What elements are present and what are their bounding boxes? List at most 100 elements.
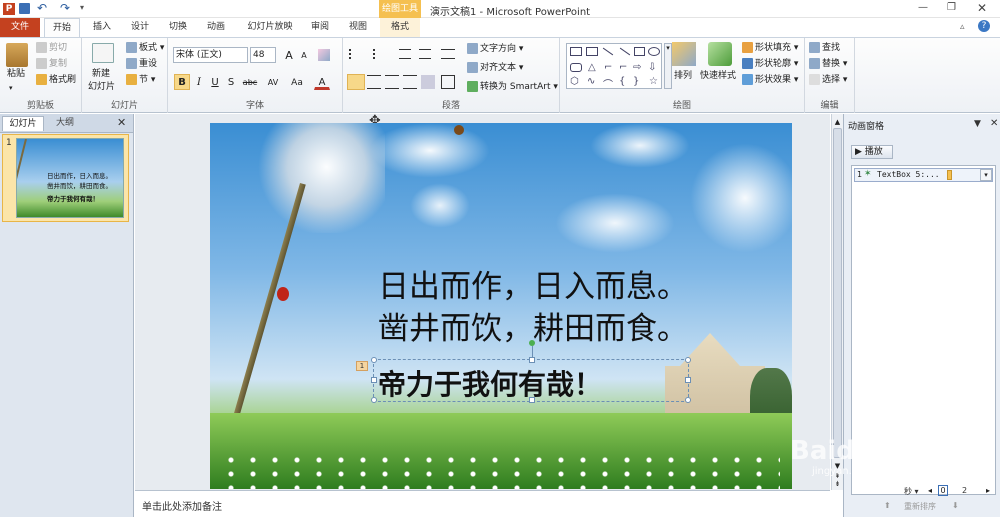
textbox-shape-icon[interactable] bbox=[586, 47, 598, 56]
align-center-button[interactable] bbox=[367, 75, 381, 89]
selected-textbox[interactable]: 帝力于我何有哉！ bbox=[371, 340, 691, 403]
resize-handle[interactable] bbox=[371, 357, 377, 363]
reorder-up-icon[interactable]: ⬆ bbox=[884, 501, 891, 510]
timeline-scroll-right-icon[interactable]: ▸ bbox=[986, 486, 990, 495]
elbow-shape-icon[interactable]: ⌐ bbox=[619, 62, 627, 73]
grow-font-button[interactable]: A bbox=[282, 47, 296, 63]
next-slide-icon[interactable]: ⇟ bbox=[833, 480, 842, 488]
change-case-button[interactable]: Aa bbox=[286, 74, 308, 90]
quick-styles-icon[interactable] bbox=[708, 42, 732, 66]
slide[interactable]: 日出而作，日入而息。 凿井而饮，耕田而食。 帝力于我何有哉！ 1 bbox=[210, 123, 792, 489]
layout-button[interactable]: 板式 ▾ bbox=[126, 42, 164, 55]
animation-list-item[interactable]: 1 ✶ TextBox 5:... ▾ bbox=[854, 168, 993, 182]
slide-text-line3[interactable]: 帝力于我何有哉！ bbox=[378, 363, 602, 403]
arrange-button[interactable]: 排列 bbox=[674, 70, 692, 83]
tab-slideshow[interactable]: 幻灯片放映 bbox=[240, 18, 300, 37]
arrow-shape-icon[interactable] bbox=[619, 47, 631, 56]
powerpoint-app-icon[interactable]: P bbox=[3, 3, 15, 15]
shape-effects-button[interactable]: 形状效果 ▾ bbox=[742, 74, 798, 87]
shrink-font-button[interactable]: A bbox=[297, 47, 311, 63]
paste-button[interactable]: 粘贴 bbox=[7, 68, 25, 81]
shape-fill-button[interactable]: 形状填充 ▾ bbox=[742, 42, 798, 55]
resize-handle[interactable] bbox=[529, 397, 535, 403]
play-button[interactable]: ▶ 播放 bbox=[851, 145, 893, 159]
freeform-shape-icon[interactable]: ⌒ bbox=[603, 76, 613, 91]
close-pane-icon[interactable]: ✕ bbox=[117, 116, 126, 129]
font-size-combo[interactable]: 48 bbox=[250, 47, 276, 63]
brace-left-shape-icon[interactable]: { bbox=[619, 76, 625, 87]
minimize-button[interactable]: — bbox=[918, 2, 928, 13]
clear-format-icon[interactable] bbox=[318, 49, 330, 61]
slide-text-line1[interactable]: 日出而作，日入而息。 bbox=[378, 261, 688, 306]
format-painter-button[interactable]: 格式刷 bbox=[36, 74, 76, 87]
strikethrough-button[interactable]: abc bbox=[240, 74, 260, 90]
new-slide-icon[interactable] bbox=[92, 43, 114, 63]
new-slide-label2[interactable]: 幻灯片 bbox=[88, 81, 115, 94]
quick-styles-button[interactable]: 快速样式 bbox=[700, 70, 736, 83]
numbering-icon[interactable] bbox=[373, 49, 387, 59]
shape-outline-button[interactable]: 形状轮廓 ▾ bbox=[742, 58, 798, 71]
animation-order-tag[interactable]: 1 bbox=[356, 361, 368, 371]
undo-icon[interactable]: ↶ bbox=[37, 1, 47, 15]
tab-animations[interactable]: 动画 bbox=[198, 18, 234, 37]
arrange-icon[interactable] bbox=[672, 42, 696, 66]
paste-icon[interactable] bbox=[6, 43, 28, 67]
tab-outline-pane[interactable]: 大纲 bbox=[46, 116, 84, 131]
tab-transitions[interactable]: 切换 bbox=[160, 18, 196, 37]
triangle-shape-icon[interactable]: △ bbox=[588, 62, 596, 73]
connector-shape-icon[interactable]: ⌐ bbox=[604, 62, 612, 73]
rounded-rect-shape-icon[interactable] bbox=[570, 63, 582, 72]
copy-button[interactable]: 复制 bbox=[36, 58, 67, 71]
timeline-scroll-left-icon[interactable]: ◂ bbox=[928, 486, 932, 495]
increase-indent-icon[interactable] bbox=[419, 49, 431, 59]
rectangle-shape-icon[interactable] bbox=[634, 47, 645, 56]
shadow-button[interactable]: S bbox=[224, 74, 238, 90]
slide-thumbnail[interactable]: 日出而作，日入而息。 凿井而饮，耕田而食。 帝力于我何有哉！ bbox=[16, 138, 124, 218]
align-left-button[interactable] bbox=[347, 74, 365, 90]
font-color-button[interactable]: A bbox=[314, 74, 330, 90]
brace-right-shape-icon[interactable]: } bbox=[633, 76, 639, 87]
help-icon[interactable]: ? bbox=[978, 20, 990, 32]
reorder-down-icon[interactable]: ⬇ bbox=[952, 501, 959, 510]
tab-home[interactable]: 开始 bbox=[44, 18, 80, 37]
close-window-button[interactable]: ✕ bbox=[977, 1, 987, 15]
curve-shape-icon[interactable]: ∿ bbox=[587, 76, 595, 87]
resize-handle[interactable] bbox=[529, 357, 535, 363]
resize-handle[interactable] bbox=[371, 397, 377, 403]
item-dropdown-icon[interactable]: ▾ bbox=[980, 169, 992, 181]
align-right-button[interactable] bbox=[385, 75, 399, 89]
tab-design[interactable]: 设计 bbox=[122, 18, 158, 37]
save-icon[interactable] bbox=[19, 3, 30, 14]
line-spacing-icon[interactable] bbox=[441, 49, 455, 59]
scroll-up-icon[interactable]: ▲ bbox=[833, 118, 842, 126]
decrease-indent-icon[interactable] bbox=[399, 49, 411, 59]
oval-shape-icon[interactable] bbox=[648, 47, 660, 56]
find-button[interactable]: 查找 bbox=[809, 42, 840, 55]
seconds-dropdown[interactable]: 秒 ▾ bbox=[904, 486, 919, 497]
customize-qat-icon[interactable]: ▾ bbox=[80, 3, 84, 12]
minimize-ribbon-icon[interactable]: ▵ bbox=[960, 22, 965, 32]
align-text-button[interactable]: 对齐文本 ▾ bbox=[467, 62, 523, 75]
bullets-icon[interactable] bbox=[349, 49, 363, 59]
rect-shape-icon[interactable] bbox=[570, 47, 582, 56]
hexagon-shape-icon[interactable]: ⬡ bbox=[570, 76, 579, 87]
line-shape-icon[interactable] bbox=[602, 47, 614, 56]
resize-handle[interactable] bbox=[371, 377, 377, 383]
new-slide-button[interactable]: 新建 bbox=[92, 68, 110, 81]
text-direction-button[interactable]: 文字方向 ▾ bbox=[467, 43, 523, 56]
tab-file[interactable]: 文件 bbox=[0, 18, 40, 37]
convert-smartart-button[interactable]: 转换为 SmartArt ▾ bbox=[467, 81, 558, 94]
italic-button[interactable]: I bbox=[192, 74, 206, 90]
tab-format[interactable]: 格式 bbox=[380, 18, 420, 37]
shapes-gallery[interactable]: △ ⌐ ⌐ ⇨ ⇩ ⬡ ∿ ⌒ { } ☆ bbox=[566, 43, 662, 91]
close-animation-pane-icon[interactable]: ✕ bbox=[990, 118, 998, 129]
char-spacing-button[interactable]: AV bbox=[262, 74, 284, 90]
bold-button[interactable]: B bbox=[174, 74, 190, 90]
shapes-more-button[interactable]: ▾ bbox=[664, 43, 672, 89]
font-name-combo[interactable]: 宋体 (正文) bbox=[173, 47, 248, 63]
columns-button[interactable] bbox=[441, 75, 455, 89]
select-button[interactable]: 选择 ▾ bbox=[809, 74, 847, 87]
notes-pane[interactable]: 单击此处添加备注 bbox=[135, 490, 830, 517]
resize-handle[interactable] bbox=[685, 377, 691, 383]
resize-handle[interactable] bbox=[685, 397, 691, 403]
